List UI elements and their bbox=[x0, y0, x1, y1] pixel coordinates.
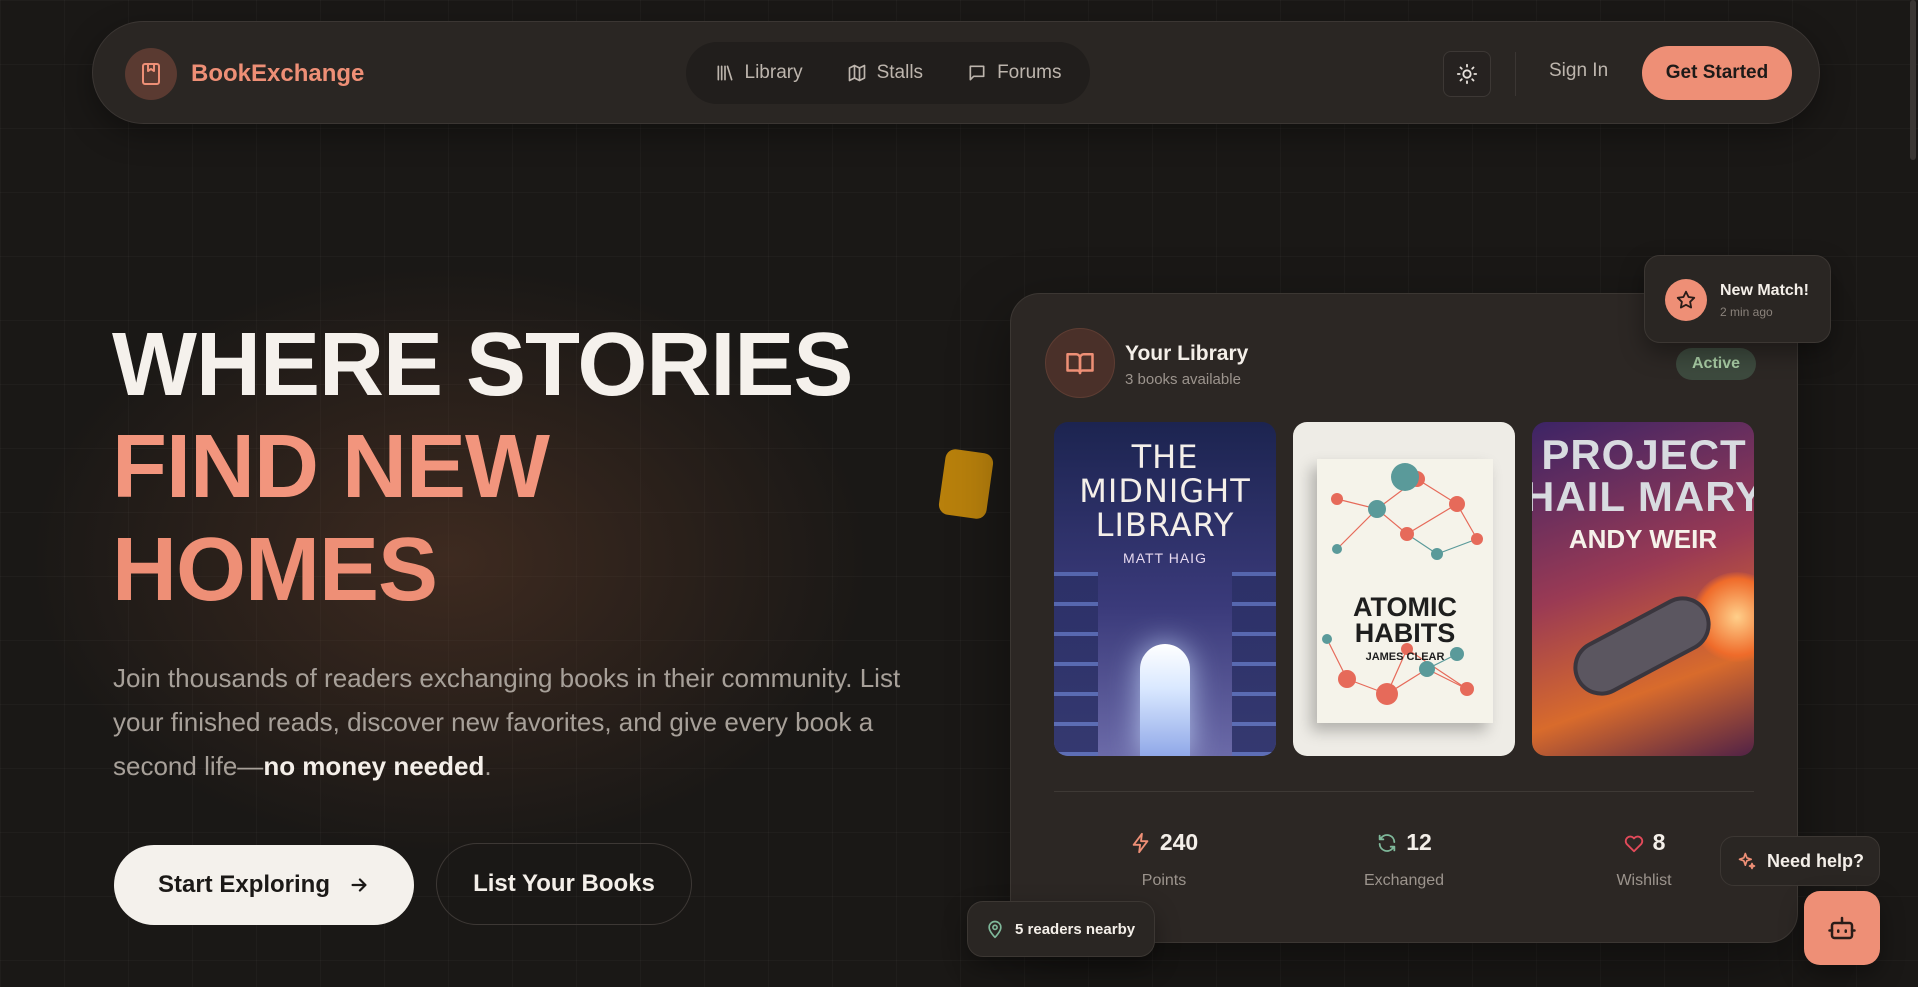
map-icon bbox=[848, 64, 865, 82]
open-book-icon bbox=[1045, 328, 1115, 398]
stat-value-row: 12 bbox=[1304, 829, 1504, 856]
refresh-icon bbox=[1378, 833, 1396, 852]
heart-icon bbox=[1624, 835, 1643, 852]
network-graphic bbox=[1322, 463, 1483, 705]
stat-exchanged: 12 Exchanged bbox=[1304, 829, 1504, 890]
chatbot-button[interactable] bbox=[1804, 891, 1880, 965]
book-cover-inner: ATOMIC HABITS JAMES CLEAR bbox=[1317, 459, 1493, 723]
hero-heading-line-1: WHERE STORIES bbox=[112, 315, 853, 415]
top-navbar: BookExchange Library Stalls Forums Sign … bbox=[92, 21, 1820, 124]
notification-title: New Match! bbox=[1720, 282, 1809, 299]
nav-link-label: Library bbox=[744, 62, 803, 83]
bookshelf-graphic bbox=[1054, 572, 1098, 756]
hero-heading-line-3: HOMES bbox=[112, 520, 438, 620]
spaceship-graphic bbox=[1568, 591, 1716, 701]
book-title: ATOMIC HABITS bbox=[1353, 592, 1457, 648]
book-cover-project-hail-mary[interactable]: PROJECT HAIL MARY ANDY WEIR bbox=[1532, 422, 1754, 756]
book-title: PROJECT HAIL MARY bbox=[1532, 431, 1754, 520]
hero-description-end: . bbox=[484, 751, 492, 781]
nav-links: Library Stalls Forums bbox=[686, 42, 1090, 104]
book-logo-icon bbox=[125, 48, 177, 100]
book-cover-atomic-habits[interactable]: ATOMIC HABITS JAMES CLEAR bbox=[1293, 422, 1515, 756]
readers-nearby-chip[interactable]: 5 readers nearby bbox=[967, 901, 1155, 957]
get-started-button[interactable]: Get Started bbox=[1642, 46, 1792, 100]
notification-time: 2 min ago bbox=[1720, 305, 1773, 319]
stat-label: Exchanged bbox=[1363, 872, 1445, 889]
book-author: JAMES CLEAR bbox=[1365, 651, 1445, 663]
stat-wishlist: 8 Wishlist bbox=[1544, 829, 1744, 890]
bot-icon bbox=[1828, 916, 1856, 940]
stat-value-row: 240 bbox=[1064, 829, 1264, 856]
map-pin-icon bbox=[988, 920, 1002, 939]
library-card: Your Library 3 books available Active TH… bbox=[1010, 293, 1798, 943]
brand[interactable]: BookExchange bbox=[125, 48, 364, 100]
stat-label: Wishlist bbox=[1616, 872, 1672, 889]
bookshelf-graphic bbox=[1232, 572, 1276, 756]
stat-points: 240 Points bbox=[1064, 829, 1264, 890]
nav-link-forums[interactable]: Forums bbox=[967, 62, 1061, 84]
scrollbar[interactable] bbox=[1910, 0, 1916, 160]
new-match-notification[interactable]: New Match! 2 min ago bbox=[1644, 255, 1831, 343]
stat-value-row: 8 bbox=[1544, 829, 1744, 856]
sign-in-link[interactable]: Sign In bbox=[1549, 60, 1608, 82]
need-help-label: Need help? bbox=[1767, 850, 1865, 871]
decorative-shape bbox=[937, 447, 995, 521]
card-divider bbox=[1054, 791, 1754, 792]
book-author: MATT HAIG bbox=[1123, 550, 1207, 566]
nav-divider bbox=[1515, 52, 1516, 96]
nav-link-label: Forums bbox=[997, 62, 1062, 83]
book-cover-midnight-library[interactable]: THE MIDNIGHT LIBRARY MATT HAIG bbox=[1054, 422, 1276, 756]
need-help-bubble[interactable]: Need help? bbox=[1720, 836, 1880, 886]
nav-link-label: Stalls bbox=[876, 62, 924, 83]
message-icon bbox=[969, 65, 985, 81]
readers-nearby-label: 5 readers nearby bbox=[1015, 920, 1136, 938]
card-title: Your Library bbox=[1125, 342, 1249, 365]
brand-name: BookExchange bbox=[191, 60, 365, 87]
status-badge: Active bbox=[1676, 348, 1756, 380]
book-author: ANDY WEIR bbox=[1568, 524, 1718, 554]
arrow-right-icon bbox=[351, 878, 367, 892]
card-subtitle: 3 books available bbox=[1125, 371, 1241, 388]
start-exploring-label: Start Exploring bbox=[157, 871, 331, 898]
theme-toggle-button[interactable] bbox=[1443, 51, 1491, 97]
stat-value: 8 bbox=[1652, 829, 1666, 855]
stat-value: 12 bbox=[1406, 829, 1432, 855]
sun-icon bbox=[1456, 63, 1478, 85]
hero-description-emphasis: no money needed bbox=[263, 751, 485, 781]
list-your-books-button[interactable]: List Your Books bbox=[436, 843, 692, 925]
hero-description: Join thousands of readers exchanging boo… bbox=[113, 656, 903, 788]
start-exploring-button[interactable]: Start Exploring bbox=[114, 845, 414, 925]
nav-link-library[interactable]: Library bbox=[715, 62, 803, 84]
star-icon bbox=[1665, 279, 1707, 321]
hero-heading-line-2: FIND NEW bbox=[112, 417, 550, 517]
library-icon bbox=[717, 65, 733, 81]
zap-icon bbox=[1132, 832, 1149, 853]
stat-value: 240 bbox=[1159, 829, 1199, 855]
stat-label: Points bbox=[1141, 872, 1187, 889]
sparkles-icon bbox=[1738, 852, 1756, 870]
book-title: THE MIDNIGHT LIBRARY bbox=[1079, 438, 1251, 544]
hero-description-text: Join thousands of readers exchanging boo… bbox=[113, 663, 901, 781]
nav-link-stalls[interactable]: Stalls bbox=[847, 62, 923, 84]
glowing-door-graphic bbox=[1140, 644, 1190, 756]
